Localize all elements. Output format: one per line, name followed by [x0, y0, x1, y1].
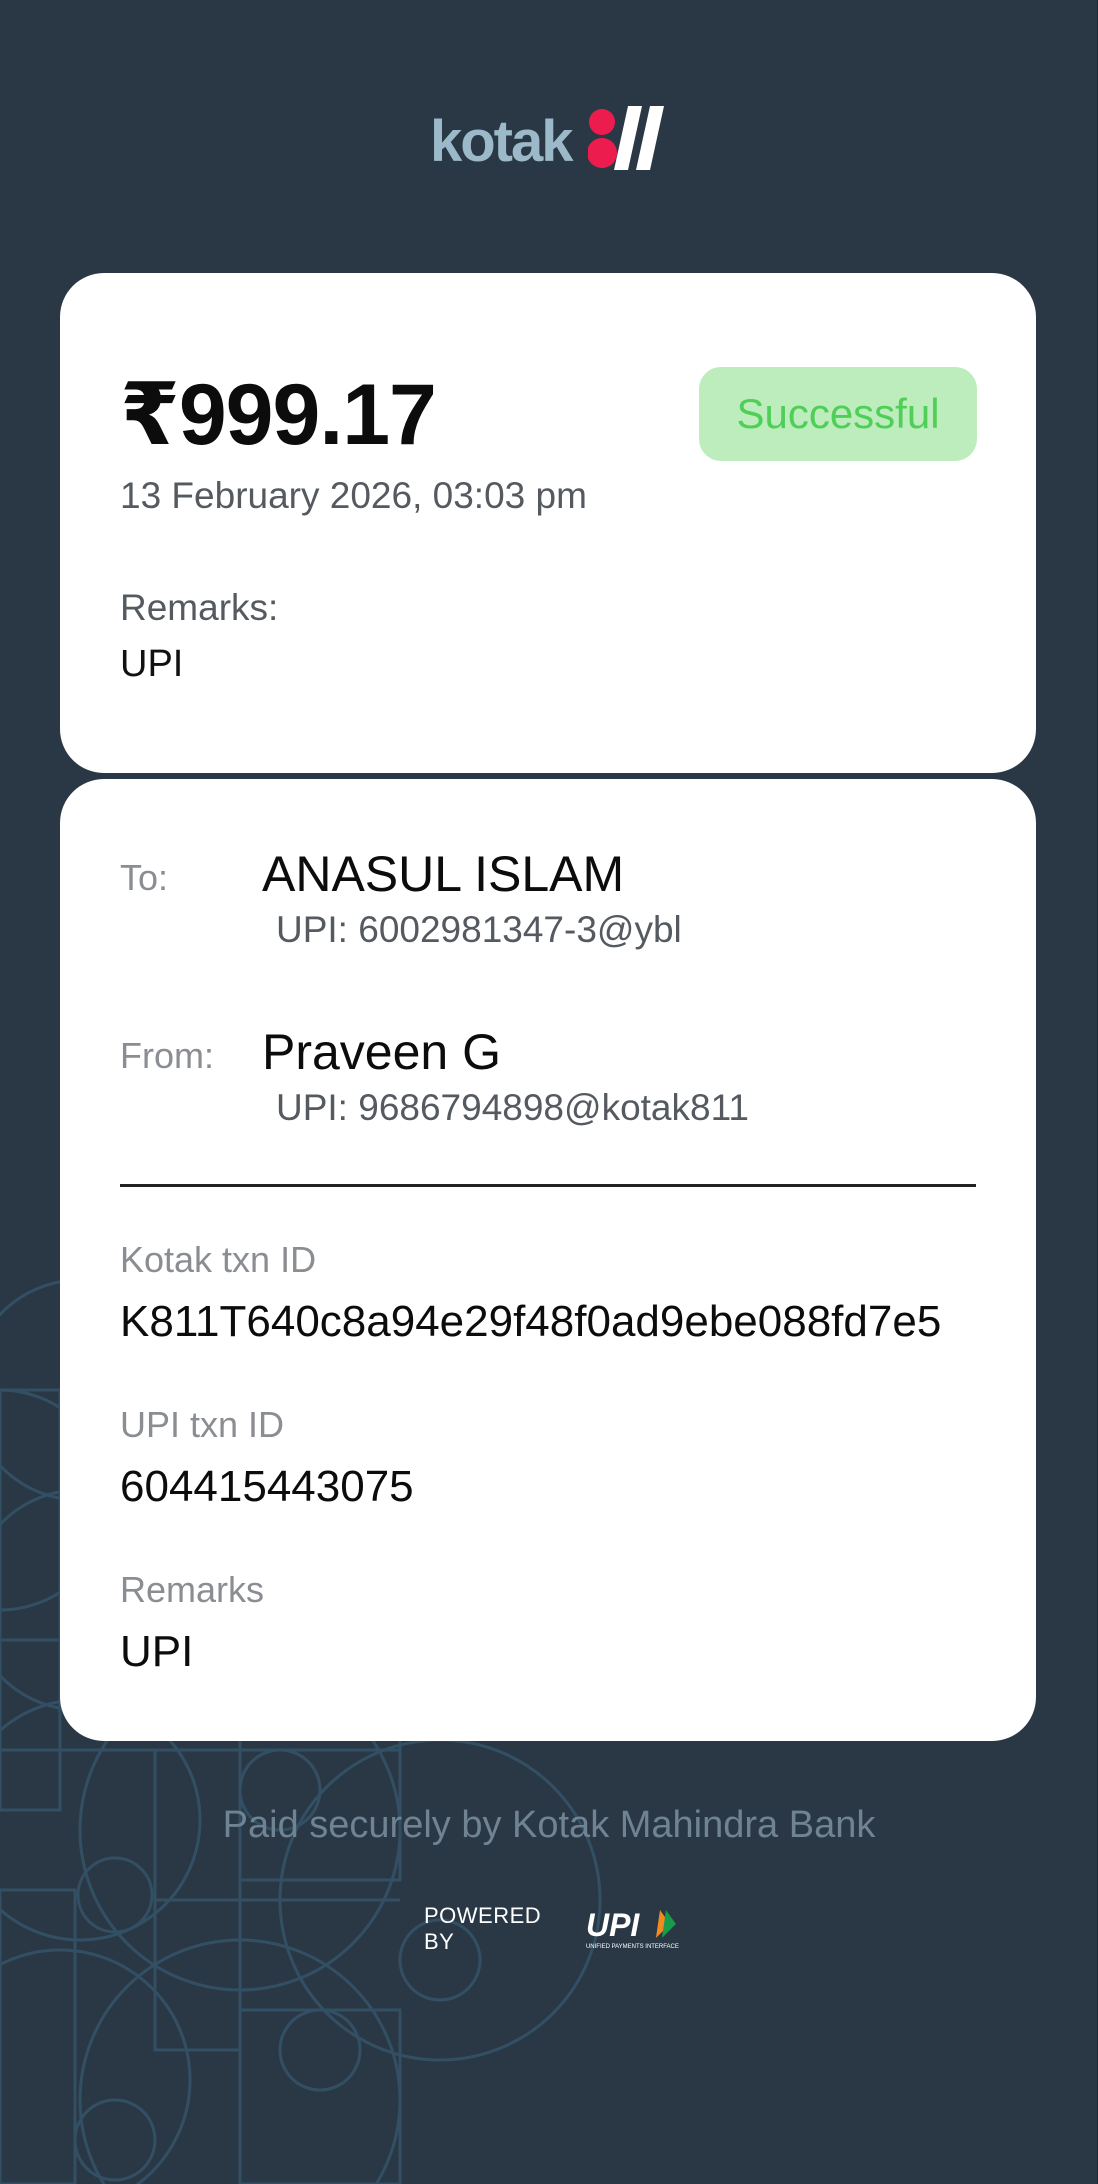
- paid-securely-text: Paid securely by Kotak Mahindra Bank: [222, 1804, 876, 1846]
- summary-card: ₹999.17 Successful 13 February 2026, 03:…: [60, 273, 1036, 773]
- to-label: To:: [120, 857, 169, 898]
- upi-txn-id-value[interactable]: 604415443075: [120, 1462, 414, 1512]
- transaction-receipt-screen: kotak ₹999.17 Successful 13 February 202…: [0, 0, 1098, 2184]
- upi-txn-id-label: UPI txn ID: [120, 1404, 285, 1445]
- payer-upi-id: UPI: 9686794898@kotak811: [276, 1087, 749, 1128]
- upi-logo-icon: UPI UNIFIED PAYMENTS INTERFACE: [586, 1907, 679, 1950]
- upi-logo-subtext: UNIFIED PAYMENTS INTERFACE: [586, 1944, 679, 1950]
- details-card: To: ANASUL ISLAM UPI: 6002981347-3@ybl F…: [60, 779, 1036, 1741]
- remarks-label-detail: Remarks: [120, 1569, 265, 1610]
- remarks-value-detail: UPI: [120, 1627, 194, 1676]
- payer-name: Praveen G: [262, 1024, 502, 1080]
- remarks-value: UPI: [120, 643, 184, 685]
- kotak-logo: kotak: [430, 106, 670, 178]
- powered-by-label: POWERED BY: [424, 1903, 542, 1954]
- kotak-txn-id-label: Kotak txn ID: [120, 1239, 317, 1280]
- powered-by-upi: POWERED BY UPI UNIFIED PAYMENTS INTERFAC…: [424, 1903, 684, 1954]
- status-badge: Successful: [699, 367, 977, 461]
- status-text: Successful: [736, 390, 940, 437]
- upi-logo-text: UPI: [586, 1907, 640, 1943]
- logo-wordmark: kotak: [430, 109, 574, 174]
- divider: [120, 1184, 976, 1187]
- remarks-label: Remarks:: [120, 587, 279, 628]
- payee-name: ANASUL ISLAM: [262, 846, 625, 902]
- amount: ₹999.17: [120, 367, 437, 463]
- from-label: From:: [120, 1035, 214, 1076]
- payee-upi-id: UPI: 6002981347-3@ybl: [276, 909, 682, 950]
- transaction-datetime: 13 February 2026, 03:03 pm: [120, 475, 587, 516]
- kotak-txn-id-value[interactable]: K811T640c8a94e29f48f0ad9ebe088fd7e5: [120, 1297, 941, 1347]
- kotak-811-mark-icon: [588, 106, 664, 170]
